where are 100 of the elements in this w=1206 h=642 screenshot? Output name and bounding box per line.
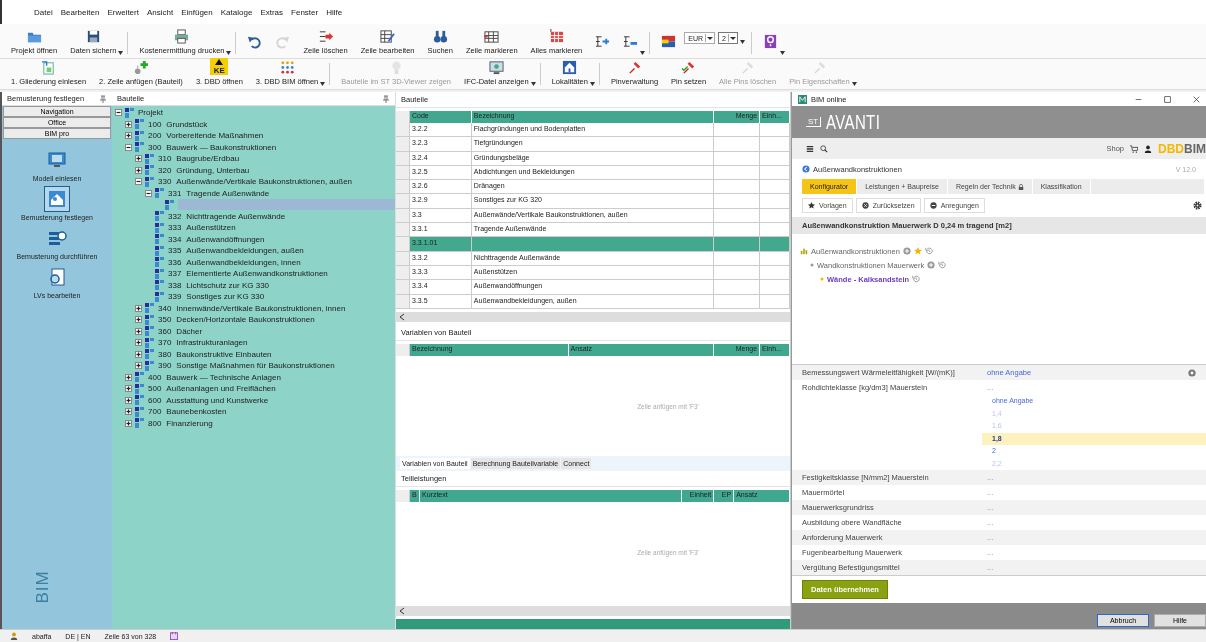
node-icon (145, 176, 155, 187)
tree-item[interactable]: 400 Bauwerk — Technische Anlagen (148, 371, 284, 383)
scroll-left-icon[interactable] (399, 607, 405, 615)
node-icon (145, 349, 155, 360)
expand-toggle[interactable] (125, 419, 132, 427)
tree-item[interactable]: 200 Vorbereitende Maßnahmen (148, 130, 267, 142)
menu-item[interactable]: Extras (260, 8, 284, 24)
expand-toggle[interactable] (135, 339, 142, 347)
dot-grid-icon (279, 60, 295, 75)
tree-item[interactable]: 360 Dächer (158, 325, 206, 337)
brand-logo: DBDBIM (1158, 141, 1206, 156)
user-icon[interactable] (1144, 144, 1152, 153)
menu-item[interactable]: Ansicht (146, 8, 174, 24)
tree-item[interactable]: 310 Baugrube/Erdbau (158, 153, 243, 165)
menu-item[interactable]: Einfügen (181, 8, 213, 24)
expand-toggle[interactable] (135, 166, 142, 174)
menu-icon[interactable] (806, 144, 814, 153)
expand-toggle[interactable] (135, 362, 142, 370)
menu-item[interactable]: Kataloge (220, 8, 253, 24)
expand-toggle[interactable] (135, 350, 142, 358)
sidebar-vertical-label: BIM (32, 570, 53, 604)
expand-toggle[interactable] (125, 408, 132, 416)
scroll-left-icon[interactable] (399, 312, 405, 321)
monitor-icon (488, 60, 504, 75)
cart-icon[interactable] (1130, 144, 1138, 153)
tree-item[interactable]: 390 Sonstige Maßnahmen für Baukonstruktionen (158, 360, 338, 372)
caret-icon (728, 34, 737, 42)
tree-item[interactable]: 335 Außenwandbekleidungen, außen (168, 245, 307, 257)
tree-item[interactable]: 350 Decken/Horizontale Baukonstruktionen (158, 314, 318, 326)
expand-toggle[interactable] (145, 189, 152, 197)
expand-toggle[interactable] (115, 109, 122, 117)
tree-item[interactable]: 800 Finanzierung (148, 417, 216, 429)
expand-toggle[interactable] (125, 396, 132, 404)
tree-item[interactable]: 334 Außenwandöffnungen (168, 233, 268, 245)
tree-item[interactable]: Projekt (138, 107, 166, 119)
printer-icon (174, 29, 190, 44)
search-icon (432, 29, 448, 44)
tree-item[interactable]: 337 Elementierte Außenwandkonstruktionen (168, 268, 331, 280)
tree-item[interactable]: 700 Baunebenkosten (148, 406, 230, 418)
expand-toggle[interactable] (125, 373, 132, 381)
node-icon (135, 372, 145, 383)
back-icon[interactable] (802, 165, 810, 173)
node-icon (155, 211, 165, 222)
pin-icon[interactable] (99, 94, 107, 103)
tree-item[interactable]: 600 Ausstattung und Kunstwerke (148, 394, 272, 406)
close-icon[interactable] (1193, 95, 1200, 103)
grid-icon (548, 29, 564, 44)
tree-item[interactable]: 339 Sonstiges zur KG 330 (168, 291, 268, 303)
node-icon (135, 406, 145, 417)
menu-item[interactable]: Hilfe (326, 8, 343, 24)
tree-item[interactable]: 333 Außenstützen (168, 222, 239, 234)
indent-icon (595, 34, 611, 49)
tree-item[interactable]: 332 Nichttragende Außenwände (168, 210, 289, 222)
tree-item[interactable]: 320 Gründung, Unterbau (158, 164, 253, 176)
menu-item[interactable]: Erweitert (107, 8, 139, 24)
pin-icon[interactable] (382, 94, 390, 103)
tree-item[interactable]: 300 Bauwerk — Baukonstruktionen (148, 141, 280, 153)
user-icon (10, 632, 18, 640)
add-icon[interactable] (927, 261, 936, 269)
menu-item[interactable]: Fenster (291, 8, 319, 24)
maximize-icon[interactable] (1164, 95, 1171, 103)
expand-toggle[interactable] (135, 304, 142, 312)
bar-chart-icon (800, 247, 808, 255)
tree-item[interactable]: 336 Außenwandbekleidungen, innen (168, 256, 304, 268)
logo-mark: ST (806, 117, 822, 127)
calendar-icon[interactable] (170, 632, 179, 640)
add-node-icon (133, 60, 149, 75)
expand-toggle[interactable] (125, 385, 132, 393)
node-icon (135, 130, 145, 141)
menu-item[interactable]: Datei (34, 8, 53, 24)
bullet-icon (820, 277, 824, 281)
expand-toggle[interactable] (135, 316, 142, 324)
star-icon (808, 202, 815, 209)
expand-toggle[interactable] (135, 327, 142, 335)
expand-toggle[interactable] (125, 143, 132, 151)
expand-toggle[interactable] (135, 155, 142, 163)
node-icon (145, 360, 155, 371)
node-icon (125, 107, 135, 118)
node-icon (145, 326, 155, 337)
expand-toggle[interactable] (125, 132, 132, 140)
settings-icon[interactable] (1193, 201, 1202, 210)
node-icon (155, 257, 165, 268)
tree-item[interactable]: 100 Grundstück (148, 118, 211, 130)
search-icon[interactable] (820, 144, 828, 153)
tree-item[interactable]: 338 Lichtschutz zur KG 330 (168, 279, 273, 291)
tree-item[interactable]: 340 Innenwände/Vertikale Baukonstruktionen, innen (158, 302, 349, 314)
add-icon[interactable] (902, 247, 911, 255)
star-icon[interactable] (913, 247, 922, 255)
tree-item[interactable]: 330 Außenwände/Vertikale Baukonstruktionen, außen (158, 176, 356, 188)
tree-item[interactable]: 331 Tragende Außenwände (168, 187, 273, 199)
menu-item[interactable]: Bearbeiten (60, 8, 100, 24)
help-icon (763, 34, 778, 49)
tree-item[interactable]: 370 Infrastrukturanlagen (158, 337, 251, 349)
node-icon (165, 199, 175, 210)
tree-item[interactable]: 500 Außenanlagen und Freiflächen (148, 383, 279, 395)
expand-toggle[interactable] (135, 178, 142, 186)
expand-toggle[interactable] (125, 120, 132, 128)
node-icon (145, 337, 155, 348)
tree-item[interactable]: 380 Baukonstruktive Einbauten (158, 348, 275, 360)
node-icon (155, 188, 165, 199)
